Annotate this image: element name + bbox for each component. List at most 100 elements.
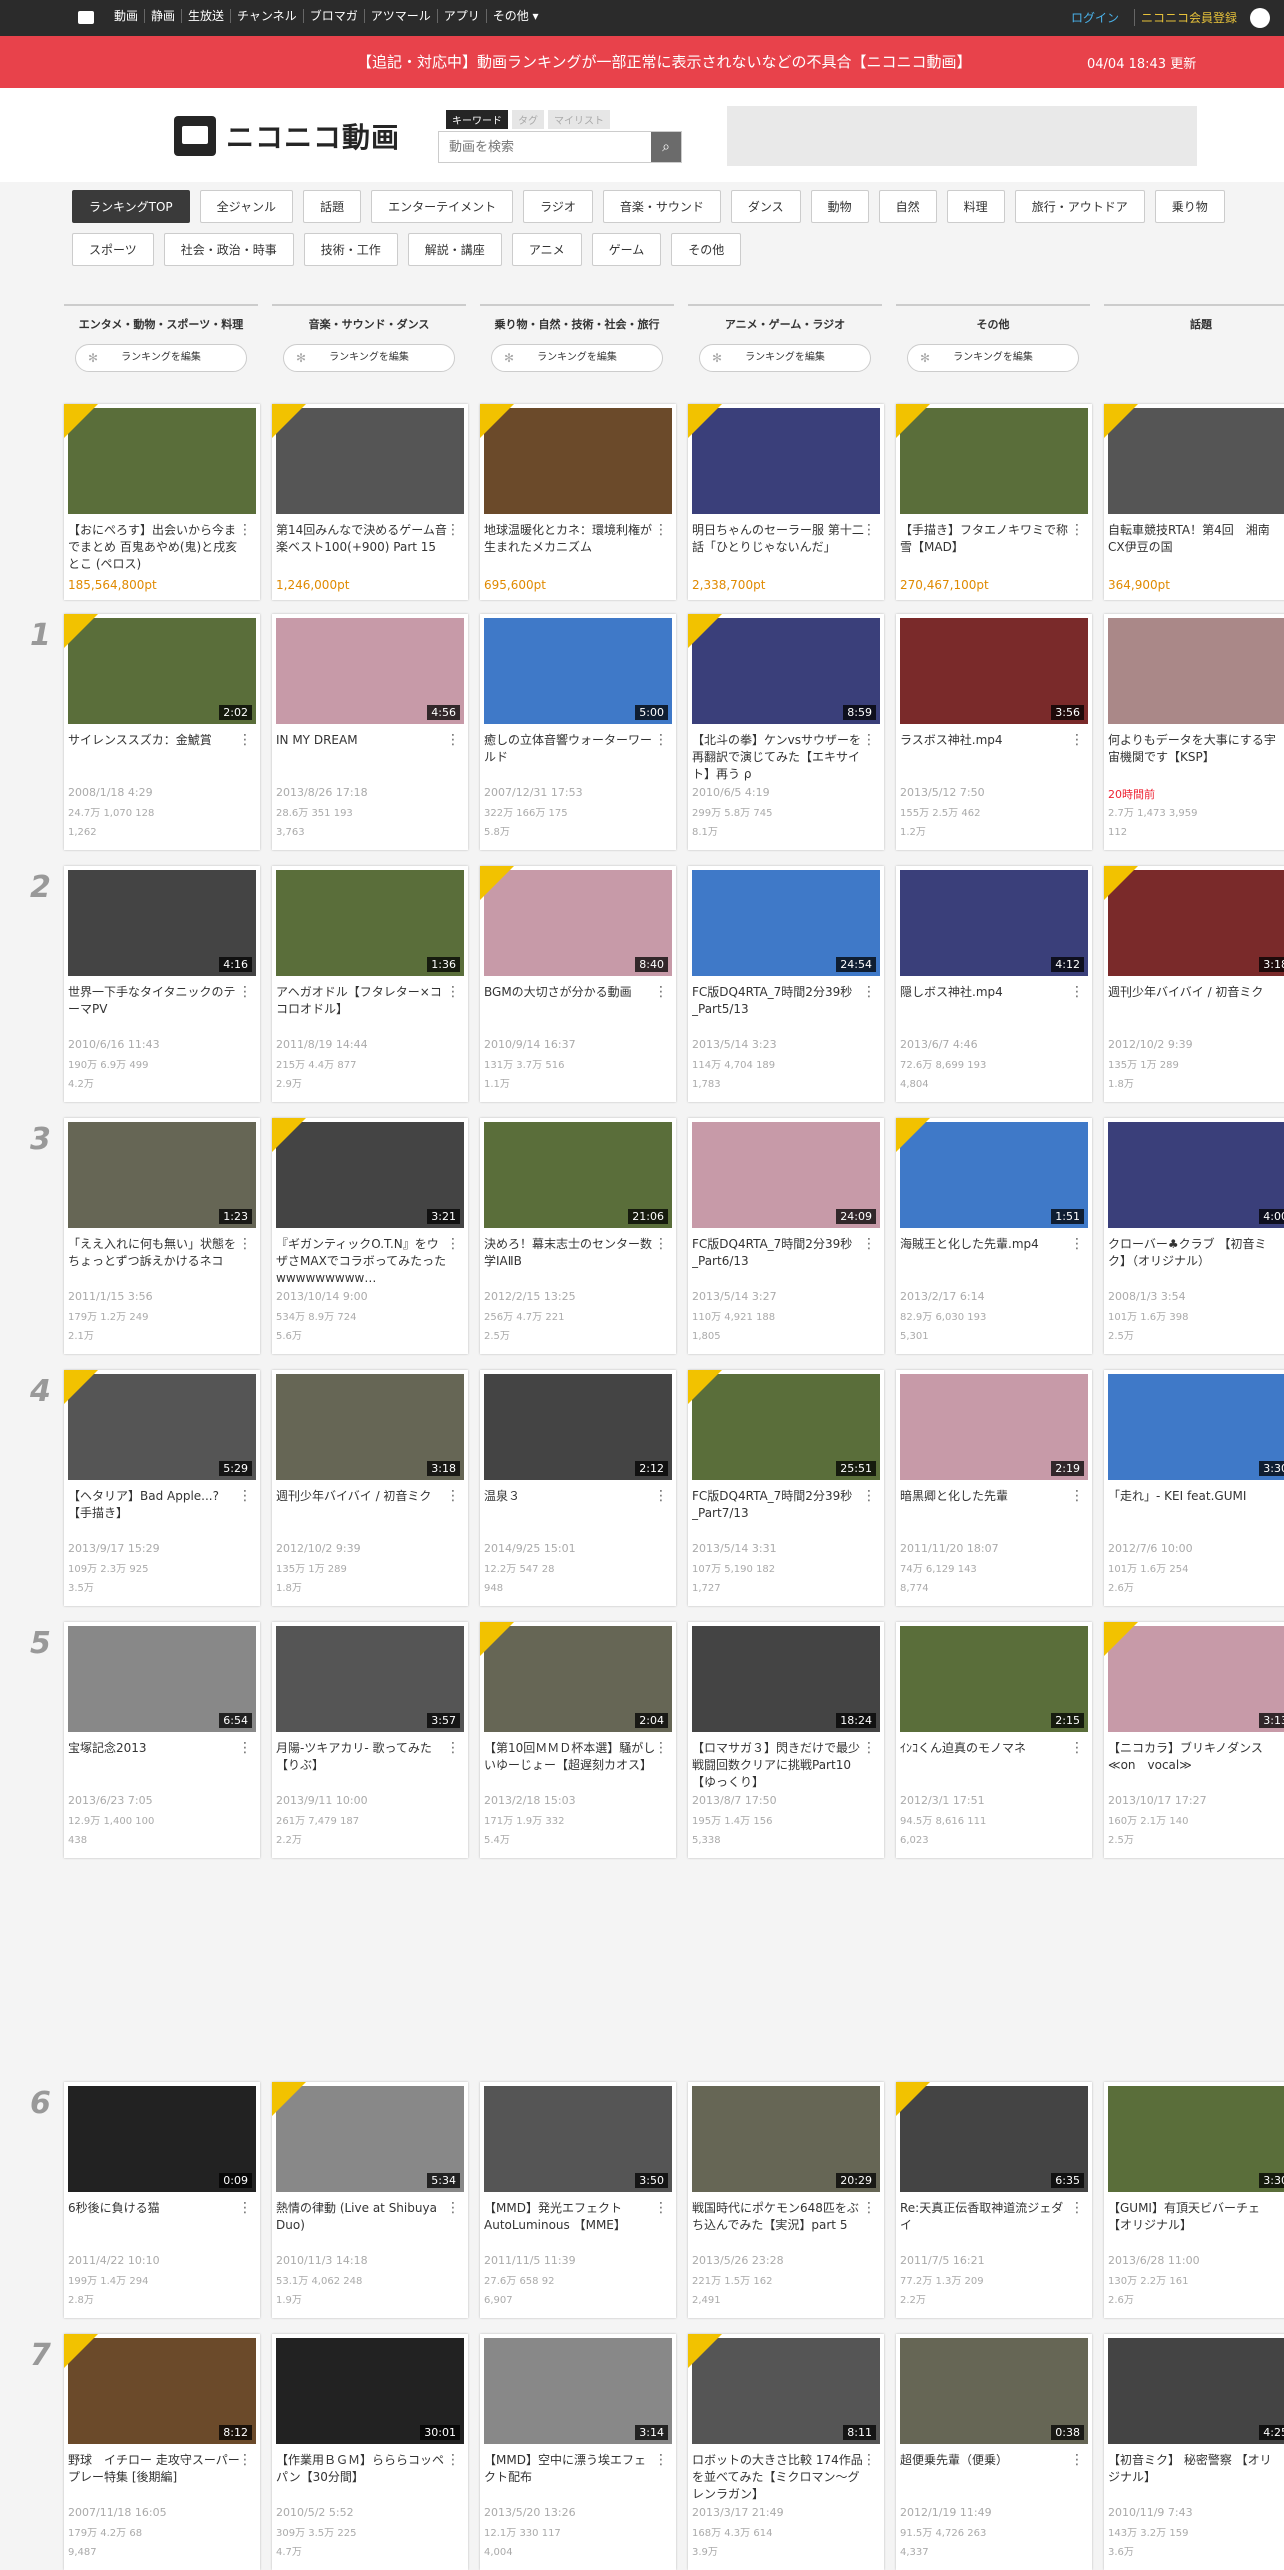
ad-video-card[interactable]: 【おにぺろす】出会いから今までまとめ 百鬼あやめ(鬼)と戌亥とこ (ペロス) ⋮ 1… [64, 404, 260, 600]
video-thumbnail[interactable]: 30:01 [276, 2338, 464, 2444]
more-menu-icon[interactable]: ⋮ [862, 2200, 876, 2216]
video-title[interactable]: 【ニコカラ】ブリキノダンス ≪on vocal≫ [1108, 1740, 1280, 1792]
video-thumbnail[interactable]: 20:29 [692, 2086, 880, 2192]
more-menu-icon[interactable]: ⋮ [654, 522, 668, 538]
video-thumbnail[interactable]: 3:50 [484, 2086, 672, 2192]
video-card[interactable]: 1:51 海賊王と化した先輩.mp4 ⋮ 2013/2/17 6:14 82.9万 6,… [896, 1118, 1092, 1354]
more-menu-icon[interactable]: ⋮ [1070, 1740, 1084, 1756]
more-menu-icon[interactable]: ⋮ [1070, 2200, 1084, 2216]
more-menu-icon[interactable]: ⋮ [238, 1236, 252, 1252]
video-title[interactable]: 週刊少年バイバイ / 初音ミク [1108, 984, 1280, 1036]
genre-tab[interactable]: エンターテイメント [371, 190, 514, 223]
avatar[interactable] [1250, 8, 1270, 28]
more-menu-icon[interactable]: ⋮ [446, 522, 460, 538]
more-menu-icon[interactable]: ⋮ [1278, 1236, 1284, 1252]
register-link[interactable]: ニコニコ会員登録 [1134, 9, 1237, 26]
nav-atsumaru[interactable]: アツマール [365, 9, 438, 23]
video-card[interactable]: 6:35 Re:天真正伝香取神道流ジェダイ ⋮ 2011/7/5 16:21 77.2万… [896, 2082, 1092, 2318]
more-menu-icon[interactable]: ⋮ [446, 984, 460, 1000]
edit-ranking-button[interactable]: ランキングを編集 [283, 344, 455, 372]
genre-tab[interactable]: ゲーム [591, 233, 662, 266]
more-menu-icon[interactable]: ⋮ [1070, 1236, 1084, 1252]
more-menu-icon[interactable]: ⋮ [1070, 522, 1084, 538]
video-card[interactable]: 4:00 クローバー♣クラブ 【初音ミク】（オリジナル）⋮ 2008/1/3 3:5… [1104, 1118, 1284, 1354]
video-title[interactable]: 温泉３ [484, 1488, 656, 1540]
video-card[interactable]: 8:59 【北斗の拳】ケンvsサウザーを再翻訳で演じてみた【エキサイト】再う ρ ⋮… [688, 614, 884, 850]
more-menu-icon[interactable]: ⋮ [446, 732, 460, 748]
genre-tab[interactable]: アニメ [511, 233, 582, 266]
genre-tab[interactable]: 乗り物 [1154, 190, 1225, 223]
video-thumbnail[interactable]: 6:54 [68, 1626, 256, 1732]
more-menu-icon[interactable]: ⋮ [238, 2452, 252, 2468]
more-menu-icon[interactable]: ⋮ [446, 2452, 460, 2468]
genre-tab[interactable]: ダンス [730, 190, 801, 223]
video-thumbnail[interactable]: 4:16 [68, 870, 256, 976]
more-menu-icon[interactable]: ⋮ [1278, 2200, 1284, 2216]
video-card[interactable]: 4:16 世界一下手なタイタニックのテーマPV ⋮ 2010/6/16 11:43 19… [64, 866, 260, 1102]
video-card[interactable]: 6:54 宝塚記念2013 ⋮ 2013/6/23 7:05 12.9万 1,400 1… [64, 1622, 260, 1858]
video-title[interactable]: 6秒後に負ける猫 [68, 2200, 240, 2252]
video-title[interactable]: 【MMD】発光エフェクト AutoLuminous 【MME】 [484, 2200, 656, 2252]
more-menu-icon[interactable]: ⋮ [238, 1488, 252, 1504]
more-menu-icon[interactable]: ⋮ [654, 1740, 668, 1756]
edit-ranking-button[interactable]: ランキングを編集 [75, 344, 247, 372]
video-title[interactable]: Re:天真正伝香取神道流ジェダイ [900, 2200, 1072, 2252]
video-thumbnail[interactable] [1108, 618, 1284, 724]
more-menu-icon[interactable]: ⋮ [238, 1740, 252, 1756]
more-menu-icon[interactable]: ⋮ [1278, 1740, 1284, 1756]
video-thumbnail[interactable]: 2:15 [900, 1626, 1088, 1732]
video-card[interactable]: 30:01 【作業用ＢＧＭ】らららコッペパン【30分間】 ⋮ 2010/5/2 5:5… [272, 2334, 468, 2570]
video-card[interactable]: 8:40 BGMの大切さが分かる動画 ⋮ 2010/9/14 16:37 131万 3.… [480, 866, 676, 1102]
video-title[interactable]: 自転車競技RTA！第4回 湘南CX伊豆の国 [1108, 522, 1280, 574]
video-card[interactable]: 3:30 【GUMI】有頂天ビバーチェ【オリジナル】⋮ 2013/6/28 11:0… [1104, 2082, 1284, 2318]
more-menu-icon[interactable]: ⋮ [446, 1236, 460, 1252]
video-thumbnail[interactable]: 3:56 [900, 618, 1088, 724]
video-thumbnail[interactable]: 3:57 [276, 1626, 464, 1732]
genre-tab[interactable]: ランキングTOP [72, 190, 190, 223]
edit-ranking-button[interactable]: ランキングを編集 [907, 344, 1079, 372]
video-title[interactable]: 海賊王と化した先輩.mp4 [900, 1236, 1072, 1288]
ad-video-card[interactable]: 地球温暖化とカネ：環境利権が生まれたメカニズム ⋮ 695,600pt [480, 404, 676, 600]
video-title[interactable]: 【作業用ＢＧＭ】らららコッペパン【30分間】 [276, 2452, 448, 2504]
video-thumbnail[interactable]: 24:54 [692, 870, 880, 976]
video-card[interactable]: 2:19 暗黒卿と化した先輩 ⋮ 2011/11/20 18:07 74万 6,129 … [896, 1370, 1092, 1606]
niconico-tv-icon[interactable] [78, 11, 94, 24]
nav-blomaga[interactable]: ブロマガ [304, 9, 365, 23]
more-menu-icon[interactable]: ⋮ [1278, 732, 1284, 748]
video-card[interactable]: 4:12 隠しボス神社.mp4 ⋮ 2013/6/7 4:46 72.6万 8,699 … [896, 866, 1092, 1102]
video-thumbnail[interactable]: 4:00 [1108, 1122, 1284, 1228]
video-card[interactable]: 0:38 超便乗先輩（便乗） ⋮ 2012/1/19 11:49 91.5万 4,726… [896, 2334, 1092, 2570]
more-menu-icon[interactable]: ⋮ [654, 2452, 668, 2468]
more-menu-icon[interactable]: ⋮ [862, 1740, 876, 1756]
nav-more[interactable]: その他 ▾ [487, 9, 545, 23]
video-thumbnail[interactable]: 5:00 [484, 618, 672, 724]
video-title[interactable]: 週刊少年バイバイ / 初音ミク [276, 1488, 448, 1540]
video-title[interactable]: 第14回みんなで決めるゲーム音楽ベスト100(+900) Part 15 [276, 522, 448, 574]
genre-tab[interactable]: 音楽・サウンド [602, 190, 721, 223]
ad-video-card[interactable]: 第14回みんなで決めるゲーム音楽ベスト100(+900) Part 15 ⋮ 1,2… [272, 404, 468, 600]
video-title[interactable]: ラスボス神社.mp4 [900, 732, 1072, 784]
more-menu-icon[interactable]: ⋮ [654, 1236, 668, 1252]
video-title[interactable]: 野球 イチロー 走攻守スーパープレー特集 [後期編] [68, 2452, 240, 2504]
more-menu-icon[interactable]: ⋮ [238, 522, 252, 538]
more-menu-icon[interactable]: ⋮ [1278, 984, 1284, 1000]
genre-tab[interactable]: 技術・工作 [303, 233, 398, 266]
more-menu-icon[interactable]: ⋮ [862, 1488, 876, 1504]
more-menu-icon[interactable]: ⋮ [1278, 2452, 1284, 2468]
more-menu-icon[interactable]: ⋮ [446, 1488, 460, 1504]
genre-tab[interactable]: 全ジャンル [199, 190, 294, 223]
more-menu-icon[interactable]: ⋮ [654, 984, 668, 1000]
header-ad[interactable] [727, 106, 1197, 166]
tab-keyword[interactable]: キーワード [446, 110, 508, 129]
video-title[interactable]: 【ヘタリア】Bad Apple...?【手描き】 [68, 1488, 240, 1540]
video-thumbnail[interactable]: 4:25 [1108, 2338, 1284, 2444]
video-card[interactable]: 4:56 IN MY DREAM ⋮ 2013/8/26 17:18 28.6万 351… [272, 614, 468, 850]
more-menu-icon[interactable]: ⋮ [1278, 522, 1284, 538]
video-title[interactable]: 【ロマサガ３】閃きだけで最少戦闘回数クリアに挑戦Part10【ゆっくり】 [692, 1740, 864, 1792]
video-thumbnail[interactable]: 2:19 [900, 1374, 1088, 1480]
search-input[interactable] [439, 132, 649, 162]
genre-tab[interactable]: ラジオ [523, 190, 593, 223]
notice-message[interactable]: 【追記・対応中】動画ランキングが一部正常に表示されないなどの不具合【ニコニコ動画… [357, 51, 972, 72]
tab-tag[interactable]: タグ [512, 110, 544, 129]
video-card[interactable]: 0:09 6秒後に負ける猫 ⋮ 2011/4/22 10:10 199万 1.4万 29… [64, 2082, 260, 2318]
